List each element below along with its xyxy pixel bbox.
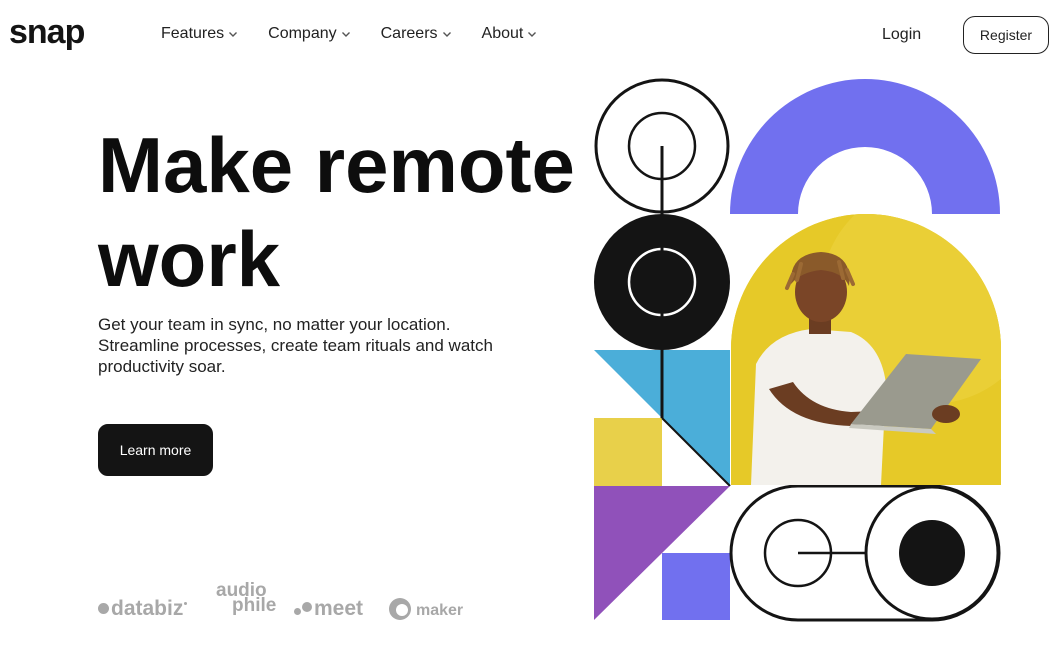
client-logo-databiz: databiz [98, 597, 188, 621]
client-name: databiz [111, 597, 184, 620]
hero-subtitle-line: Get your team in sync, no matter your lo… [98, 315, 451, 334]
chevron-down-icon [229, 32, 238, 37]
client-name: maker [416, 602, 464, 619]
hero-subtitle: Get your team in sync, no matter your lo… [98, 314, 538, 377]
nav-item-company[interactable]: Company [268, 24, 350, 44]
nav-item-about[interactable]: About [482, 24, 538, 44]
chevron-down-icon [341, 32, 350, 37]
hero-subtitle-line: Streamline processes, create team ritual… [98, 336, 493, 355]
main-nav: Features Company Careers About [161, 24, 567, 44]
hero-headline-line: work [98, 215, 281, 303]
hero-headline-line: Make remote [98, 121, 575, 209]
yellow-square [594, 418, 662, 486]
client-name: meet [314, 597, 364, 620]
learn-more-button[interactable]: Learn more [98, 424, 213, 476]
hero-headline: Make remote work [98, 118, 618, 306]
pill-black-dot [899, 520, 965, 586]
nav-item-label: Company [268, 25, 337, 42]
chevron-down-icon [442, 32, 451, 37]
dot-icon [98, 603, 109, 614]
login-link[interactable]: Login [882, 25, 921, 45]
dots-icon [294, 602, 314, 616]
dot-icon [184, 602, 188, 605]
brand-logo[interactable]: snap [9, 12, 85, 52]
maker-logo-icon [389, 598, 411, 620]
nav-item-label: About [481, 25, 524, 42]
hero-subtitle-line: productivity soar. [98, 357, 226, 376]
violet-square [662, 553, 730, 620]
purple-arch [730, 79, 1000, 214]
client-logo-meet: meet [294, 597, 363, 621]
nav-item-careers[interactable]: Careers [381, 24, 452, 44]
nav-item-label: Features [161, 25, 225, 42]
client-logo-audiophile: audio phile [216, 581, 276, 615]
hero-photo [731, 214, 1001, 485]
chevron-down-icon [528, 32, 537, 37]
register-button[interactable]: Register [963, 16, 1049, 54]
person-with-laptop-image [731, 214, 1001, 485]
client-logo-maker: maker [388, 597, 463, 621]
nav-item-features[interactable]: Features [161, 24, 238, 44]
nav-item-label: Careers [380, 25, 438, 42]
